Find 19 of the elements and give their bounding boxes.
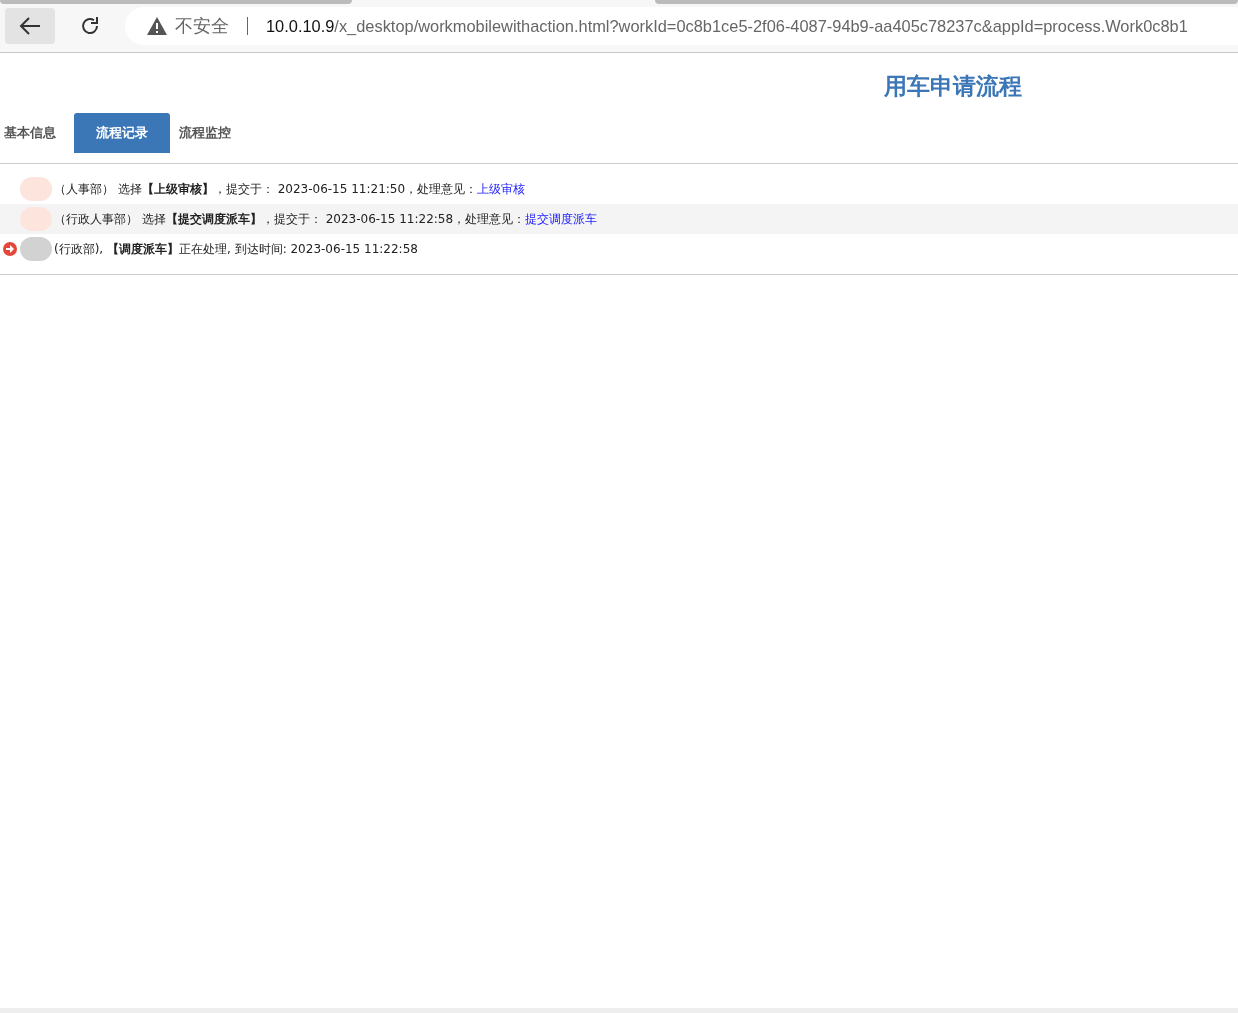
url-text: 10.0.10.9/x_desktop/workmobilewithaction.html?workId=0c8b1ce5-2f06-4087-94b9-aa405c78237c&appId=process.Work0c8b1 xyxy=(266,16,1188,36)
record-text: （人事部） 选择【上级审核】，提交于： 2023-06-15 11:21:50，处理意见： xyxy=(54,180,478,198)
opinion-link[interactable]: 提交调度派车 xyxy=(525,210,598,228)
back-icon xyxy=(19,16,41,36)
back-button[interactable] xyxy=(5,8,55,44)
record-text: (行政部), 【调度派车】正在处理, 到达时间: 2023-06-15 11:22:58 xyxy=(54,240,418,258)
arrow-right-icon xyxy=(3,242,17,256)
reload-icon xyxy=(79,15,101,37)
tab[interactable]: 基本信息 xyxy=(4,113,65,153)
redacted-name xyxy=(20,177,52,201)
redacted-name xyxy=(20,237,52,261)
opinion-link[interactable]: 上级审核 xyxy=(477,180,526,198)
security-label: 不安全 xyxy=(175,15,229,38)
redacted-name xyxy=(20,207,52,231)
address-bar[interactable]: 不安全 10.0.10.9/x_desktop/workmobilewithaction.html?workId=0c8b1ce5-2f06-4087-94b9-aa405c78237c&appId=process.Work0c8b1 xyxy=(125,7,1238,45)
tab[interactable]: 流程记录 xyxy=(74,113,170,153)
warning-icon xyxy=(147,17,167,35)
record-text: （行政人事部） 选择【提交调度派车】，提交于： 2023-06-15 11:22:58，处理意见： xyxy=(54,210,526,228)
tab[interactable]: 流程监控 xyxy=(179,113,240,153)
